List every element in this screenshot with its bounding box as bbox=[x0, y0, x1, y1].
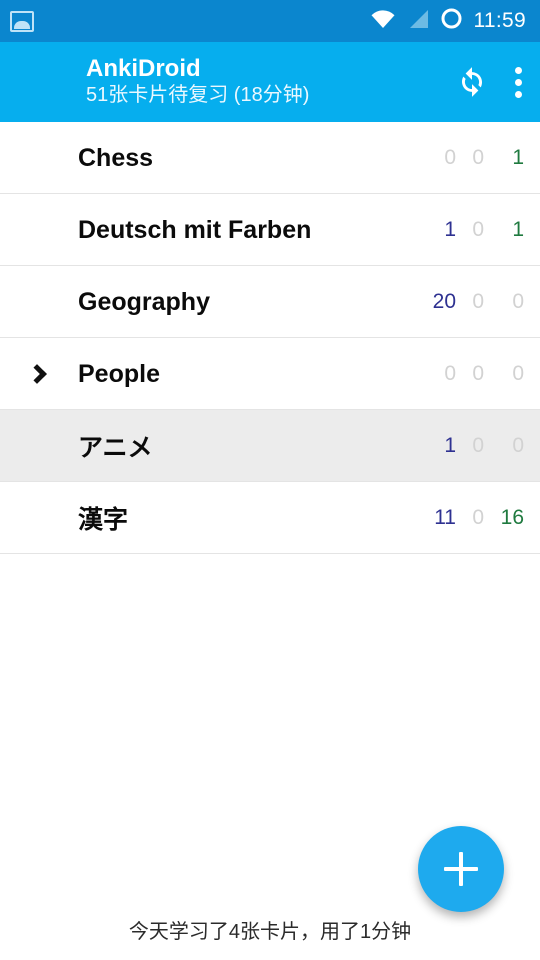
deck-name: アニメ bbox=[78, 434, 153, 462]
deck-indent-spacer bbox=[0, 266, 78, 338]
hamburger-menu-icon[interactable] bbox=[20, 68, 58, 96]
deck-row[interactable]: Geography 20 0 0 bbox=[0, 266, 540, 338]
deck-count-new: 0 bbox=[444, 362, 456, 385]
chevron-right-icon bbox=[27, 364, 47, 384]
deck-indent-spacer bbox=[0, 410, 78, 482]
deck-name: 漢字 bbox=[78, 506, 129, 534]
deck-count-new: 1 bbox=[444, 218, 456, 241]
deck-count-learn: 0 bbox=[472, 218, 484, 241]
deck-name: Chess bbox=[78, 143, 154, 172]
deck-count-review: 16 bbox=[500, 506, 524, 529]
deck-name: Deutsch mit Farben bbox=[78, 215, 312, 244]
page-title: AnkiDroid bbox=[86, 55, 201, 83]
deck-count-review: 0 bbox=[512, 290, 524, 313]
plus-icon bbox=[444, 852, 478, 886]
deck-count-new: 0 bbox=[444, 146, 456, 169]
deck-indent-spacer bbox=[0, 194, 78, 266]
app-bar-actions bbox=[455, 65, 522, 99]
deck-count-new: 11 bbox=[434, 506, 456, 529]
deck-count-review: 1 bbox=[512, 146, 524, 169]
deck-count-new: 1 bbox=[444, 434, 456, 457]
ankidroid-deck-picker-screen: 11:59 AnkiDroid 51张卡片待复习 (18分钟) Chess 0 0 1… bbox=[0, 0, 540, 960]
deck-counts: 000 bbox=[408, 362, 524, 386]
cell-signal-icon bbox=[407, 9, 429, 34]
deck-count-new: 20 bbox=[432, 290, 456, 313]
deck-count-learn: 0 bbox=[472, 362, 484, 385]
deck-counts: 101 bbox=[408, 218, 524, 242]
deck-count-review: 0 bbox=[512, 434, 524, 457]
deck-row[interactable]: People 0 0 0 bbox=[0, 338, 540, 410]
deck-indent-spacer bbox=[0, 482, 78, 554]
deck-name: Geography bbox=[78, 287, 210, 316]
deck-counts: 20 0 0 bbox=[408, 290, 524, 314]
deck-row[interactable]: 漢字 11 0 16 bbox=[0, 482, 540, 554]
expand-collapse-toggle[interactable] bbox=[0, 338, 78, 410]
app-bar: AnkiDroid 51张卡片待复习 (18分钟) bbox=[0, 42, 540, 122]
deck-row[interactable]: Deutsch mit Farben 1 0 1 bbox=[0, 194, 540, 266]
deck-count-learn: 0 bbox=[472, 506, 484, 529]
deck-count-learn: 0 bbox=[472, 434, 484, 457]
wifi-icon bbox=[370, 9, 396, 34]
page-subtitle: 51张卡片待复习 (18分钟) bbox=[86, 83, 310, 106]
app-bar-titles: AnkiDroid 51张卡片待复习 (18分钟) bbox=[86, 55, 455, 108]
sync-icon[interactable] bbox=[455, 65, 489, 99]
deck-list: Chess 0 0 1 Deutsch mit Farben 1 0 1 Geography 20… bbox=[0, 122, 540, 554]
deck-count-review: 1 bbox=[512, 218, 524, 241]
deck-count-review: 0 bbox=[512, 362, 524, 385]
deck-indent-spacer bbox=[0, 122, 78, 194]
system-status-bar: 11:59 bbox=[0, 0, 540, 42]
status-bar-clock: 11:59 bbox=[473, 9, 526, 32]
deck-counts: 00 1 bbox=[408, 146, 524, 170]
overflow-menu-icon[interactable] bbox=[515, 66, 522, 98]
deck-count-learn: 0 bbox=[472, 290, 484, 313]
deck-name: People bbox=[78, 359, 160, 388]
battery-circle-icon bbox=[440, 7, 463, 35]
status-bar-notifications bbox=[10, 10, 34, 32]
status-bar-system-icons: 11:59 bbox=[370, 7, 527, 35]
deck-counts: 100 bbox=[408, 434, 524, 458]
study-summary-status: 今天学习了4张卡片，用了1分钟 bbox=[128, 921, 412, 943]
deck-row[interactable]: アニメ 1 0 0 bbox=[0, 410, 540, 482]
add-deck-fab-button[interactable] bbox=[418, 826, 504, 912]
deck-counts: 11 0 16 bbox=[408, 506, 524, 530]
deck-row[interactable]: Chess 0 0 1 bbox=[0, 122, 540, 194]
photo-icon bbox=[10, 10, 34, 32]
deck-count-learn: 0 bbox=[472, 146, 484, 169]
